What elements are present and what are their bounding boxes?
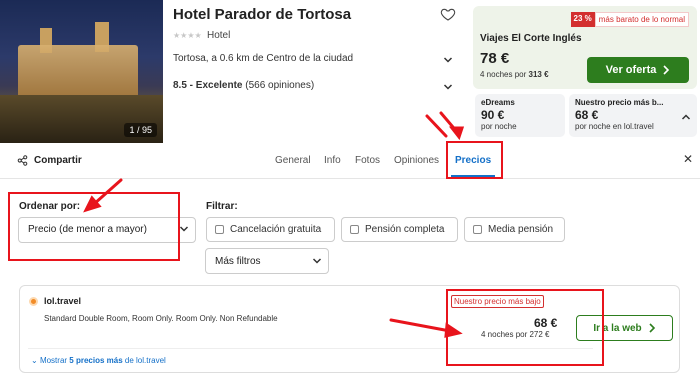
sort-select-value: Precio (de menor a mayor): [28, 224, 147, 235]
share-label: Compartir: [34, 155, 82, 166]
result-provider: lol.travel: [44, 296, 82, 306]
checkbox[interactable]: [473, 225, 482, 234]
result-total: 4 noches por 272 €: [481, 330, 550, 339]
mini-offer-name: eDreams: [481, 98, 515, 107]
filter-cancelacion-gratuita[interactable]: Cancelación gratuita: [206, 217, 335, 242]
filter-pension-completa[interactable]: Pensión completa: [341, 217, 458, 242]
mini-offer-price: 68 €: [575, 108, 599, 122]
chevron-down-icon: ⌄: [31, 356, 38, 365]
close-icon[interactable]: ✕: [683, 152, 693, 166]
offer-total-value: 313 €: [528, 70, 549, 79]
room-description: Standard Double Room, Room Only. Room On…: [44, 314, 278, 323]
mini-offer-sub: por noche en lol.travel: [575, 122, 654, 131]
chevron-up-icon[interactable]: [681, 112, 691, 122]
arrowhead-icon: [448, 126, 465, 141]
sort-select[interactable]: Precio (de menor a mayor): [18, 217, 196, 243]
chevron-down-icon: [312, 258, 322, 264]
chevron-down-icon[interactable]: [443, 55, 453, 65]
tab-info[interactable]: Info: [324, 155, 341, 166]
ver-oferta-button[interactable]: Ver oferta: [587, 57, 689, 83]
chevron-right-icon: [663, 65, 670, 75]
rating-score: 8.5 - Excelente: [173, 80, 243, 91]
filter-media-pension[interactable]: Media pensión: [464, 217, 565, 242]
arrowhead-icon: [83, 195, 102, 213]
hotel-rating[interactable]: 8.5 - Excelente (566 opiniones): [173, 80, 314, 91]
price-result-card: lol.travel Standard Double Room, Room On…: [19, 285, 680, 373]
arrow-icon: [92, 178, 123, 206]
hotel-location[interactable]: Tortosa, a 0.6 km de Centro de la ciudad: [173, 53, 353, 64]
show-more-prices-link[interactable]: ⌄ Mostrar 5 precios más de lol.travel: [31, 356, 166, 365]
mini-offer-edreams[interactable]: eDreams 90 € por noche: [475, 94, 565, 137]
filter-option-label: Cancelación gratuita: [230, 224, 322, 235]
tab-fotos[interactable]: Fotos: [355, 155, 380, 166]
hotel-name[interactable]: Hotel Parador de Tortosa: [173, 6, 351, 23]
more-filters-select[interactable]: Más filtros: [205, 248, 329, 274]
hotel-type: Hotel: [207, 30, 231, 41]
filter-label: Filtrar:: [206, 201, 238, 212]
share-icon: [17, 155, 28, 166]
lowest-price-badge: Nuestro precio más bajo: [451, 295, 544, 308]
filter-option-label: Pensión completa: [365, 224, 445, 235]
tab-opiniones[interactable]: Opiniones: [394, 155, 439, 166]
hotel-photo[interactable]: 1 / 95: [0, 0, 163, 143]
mini-offer-sub: por noche: [481, 122, 517, 131]
star-rating: ★★★★: [173, 31, 202, 40]
more-prefix: Mostrar: [39, 356, 68, 365]
result-price: 68 €: [534, 316, 558, 330]
tab-bar: Compartir General Info Fotos Opiniones P…: [0, 143, 700, 179]
discount-text: más barato de lo normal: [594, 12, 689, 27]
discount-badge: 23 % más barato de lo normal: [570, 12, 689, 27]
ver-oferta-label: Ver oferta: [605, 64, 657, 76]
discount-percent: 23 %: [570, 12, 595, 27]
more-count: 5 precios más: [69, 356, 123, 365]
tab-general[interactable]: General: [275, 155, 311, 166]
offer-price: 78 €: [480, 50, 510, 67]
mini-offer-name: Nuestro precio más b...: [575, 98, 664, 107]
checkbox[interactable]: [350, 225, 359, 234]
sort-label: Ordenar por:: [19, 201, 81, 212]
ir-a-la-web-button[interactable]: Ir a la web: [576, 315, 673, 341]
more-suffix: de lol.travel: [124, 356, 166, 365]
more-filters-label: Más filtros: [215, 256, 261, 267]
chevron-down-icon: [179, 226, 189, 232]
mini-offer-lowest[interactable]: Nuestro precio más b... 68 € por noche e…: [569, 94, 697, 137]
filter-option-label: Media pensión: [488, 224, 554, 235]
active-tab-indicator: [451, 175, 495, 177]
share-button[interactable]: Compartir: [17, 155, 82, 166]
offer-total: 4 noches por 313 €: [480, 70, 549, 79]
arrow-icon: [439, 111, 460, 135]
chevron-down-icon[interactable]: [443, 82, 453, 92]
photo-counter: 1 / 95: [124, 123, 157, 137]
provider-logo-icon: [29, 297, 38, 306]
tab-precios[interactable]: Precios: [455, 155, 491, 166]
offer-total-prefix: 4 noches por: [480, 70, 527, 79]
offer-provider: Viajes El Corte Inglés: [480, 33, 582, 44]
divider: [28, 348, 593, 349]
arrow-icon: [425, 114, 448, 138]
best-offer-card[interactable]: 23 % más barato de lo normal Viajes El C…: [473, 6, 697, 89]
mini-offer-price: 90 €: [481, 108, 505, 122]
heart-icon[interactable]: [440, 6, 456, 22]
photo-castle: [18, 45, 138, 100]
checkbox[interactable]: [215, 225, 224, 234]
rating-count: (566 opiniones): [245, 80, 315, 91]
chevron-right-icon: [649, 323, 655, 333]
ir-a-la-web-label: Ir a la web: [593, 322, 642, 334]
